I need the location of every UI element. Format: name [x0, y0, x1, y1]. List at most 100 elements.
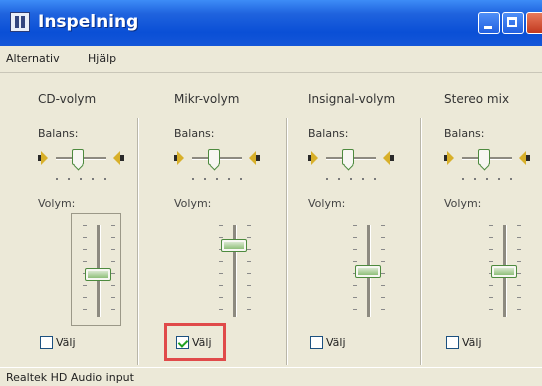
volume-tick: [83, 261, 87, 262]
volume-tick: [517, 285, 521, 286]
volume-tick: [83, 225, 87, 226]
volume-tick: [247, 237, 251, 238]
window-title: Inspelning: [38, 12, 139, 32]
volume-tick: [247, 225, 251, 226]
volume-tick: [111, 285, 115, 286]
volume-tick: [353, 249, 357, 250]
volume-tick: [381, 309, 385, 310]
selection-highlight: [164, 323, 226, 361]
volume-tick: [219, 237, 223, 238]
volume-tick: [489, 309, 493, 310]
volume-tick: [247, 261, 251, 262]
balance-tick: [374, 178, 376, 180]
title-bar: Inspelning: [0, 0, 542, 46]
speaker-left-icon: [308, 151, 320, 165]
menu-hjalp[interactable]: Hjälp: [88, 52, 116, 65]
speaker-right-icon: [382, 151, 394, 165]
volume-slider-thumb[interactable]: [221, 239, 247, 252]
select-checkbox-label[interactable]: Välj: [56, 336, 76, 349]
volume-tick: [381, 297, 385, 298]
select-checkbox[interactable]: [40, 336, 53, 349]
select-checkbox[interactable]: [310, 336, 323, 349]
speaker-left-icon: [38, 151, 50, 165]
volume-slider-thumb[interactable]: [355, 265, 381, 278]
volume-tick: [83, 285, 87, 286]
volume-tick: [219, 309, 223, 310]
balance-tick: [486, 178, 488, 180]
balance-tick: [228, 178, 230, 180]
channel-title: Insignal-volym: [308, 92, 396, 106]
volume-tick: [489, 237, 493, 238]
volume-tick: [517, 237, 521, 238]
channel-separator: [286, 118, 288, 365]
volume-tick: [381, 285, 385, 286]
speaker-left-icon: [174, 151, 186, 165]
volume-tick: [489, 225, 493, 226]
volume-tick: [83, 237, 87, 238]
balance-tick: [240, 178, 242, 180]
channel-separator: [420, 118, 422, 365]
volume-tick: [247, 297, 251, 298]
balance-label: Balans:: [444, 127, 485, 140]
volume-tick: [489, 261, 493, 262]
volume-tick: [517, 273, 521, 274]
channel-title: Mikr-volym: [174, 92, 240, 106]
balance-label: Balans:: [174, 127, 215, 140]
volume-tick: [353, 285, 357, 286]
volume-tick: [353, 225, 357, 226]
volume-tick: [219, 273, 223, 274]
balance-slider-thumb[interactable]: [208, 149, 220, 165]
balance-tick: [92, 178, 94, 180]
balance-tick: [474, 178, 476, 180]
volume-tick: [381, 225, 385, 226]
channel-separator: [137, 118, 139, 365]
volume-tick: [111, 309, 115, 310]
balance-tick: [104, 178, 106, 180]
balance-tick: [56, 178, 58, 180]
balance-slider-thumb[interactable]: [478, 149, 490, 165]
balance-slider-thumb[interactable]: [342, 149, 354, 165]
volume-tick: [111, 237, 115, 238]
volume-slider-thumb[interactable]: [85, 268, 111, 281]
volume-tick: [489, 297, 493, 298]
volume-label: Volym:: [38, 197, 76, 210]
volume-tick: [247, 273, 251, 274]
balance-tick: [204, 178, 206, 180]
volume-slider-thumb[interactable]: [491, 265, 517, 278]
volume-tick: [247, 309, 251, 310]
balance-slider-thumb[interactable]: [72, 149, 84, 165]
select-checkbox[interactable]: [446, 336, 459, 349]
volume-tick: [489, 285, 493, 286]
volume-tick: [517, 309, 521, 310]
volume-tick: [83, 297, 87, 298]
channel-title: CD-volym: [38, 92, 97, 106]
volume-tick: [381, 249, 385, 250]
volume-tick: [219, 285, 223, 286]
volume-label: Volym:: [174, 197, 212, 210]
balance-tick: [462, 178, 464, 180]
menu-alternativ[interactable]: Alternativ: [6, 52, 60, 65]
speaker-right-icon: [248, 151, 260, 165]
volume-tick: [219, 297, 223, 298]
status-text: Realtek HD Audio input: [6, 371, 134, 384]
volume-tick: [381, 237, 385, 238]
maximize-button[interactable]: [502, 12, 524, 34]
volume-tick: [517, 249, 521, 250]
volume-tick: [381, 261, 385, 262]
volume-tick: [111, 273, 115, 274]
volume-tick: [219, 261, 223, 262]
volume-tick: [83, 309, 87, 310]
close-button[interactable]: [526, 12, 542, 34]
select-checkbox-label[interactable]: Välj: [462, 336, 482, 349]
balance-tick: [80, 178, 82, 180]
balance-tick: [362, 178, 364, 180]
balance-tick: [338, 178, 340, 180]
balance-tick: [192, 178, 194, 180]
balance-tick: [350, 178, 352, 180]
volume-label: Volym:: [308, 197, 346, 210]
minimize-button[interactable]: [478, 12, 500, 34]
select-checkbox-label[interactable]: Välj: [326, 336, 346, 349]
balance-label: Balans:: [308, 127, 349, 140]
volume-tick: [381, 273, 385, 274]
volume-tick: [353, 309, 357, 310]
